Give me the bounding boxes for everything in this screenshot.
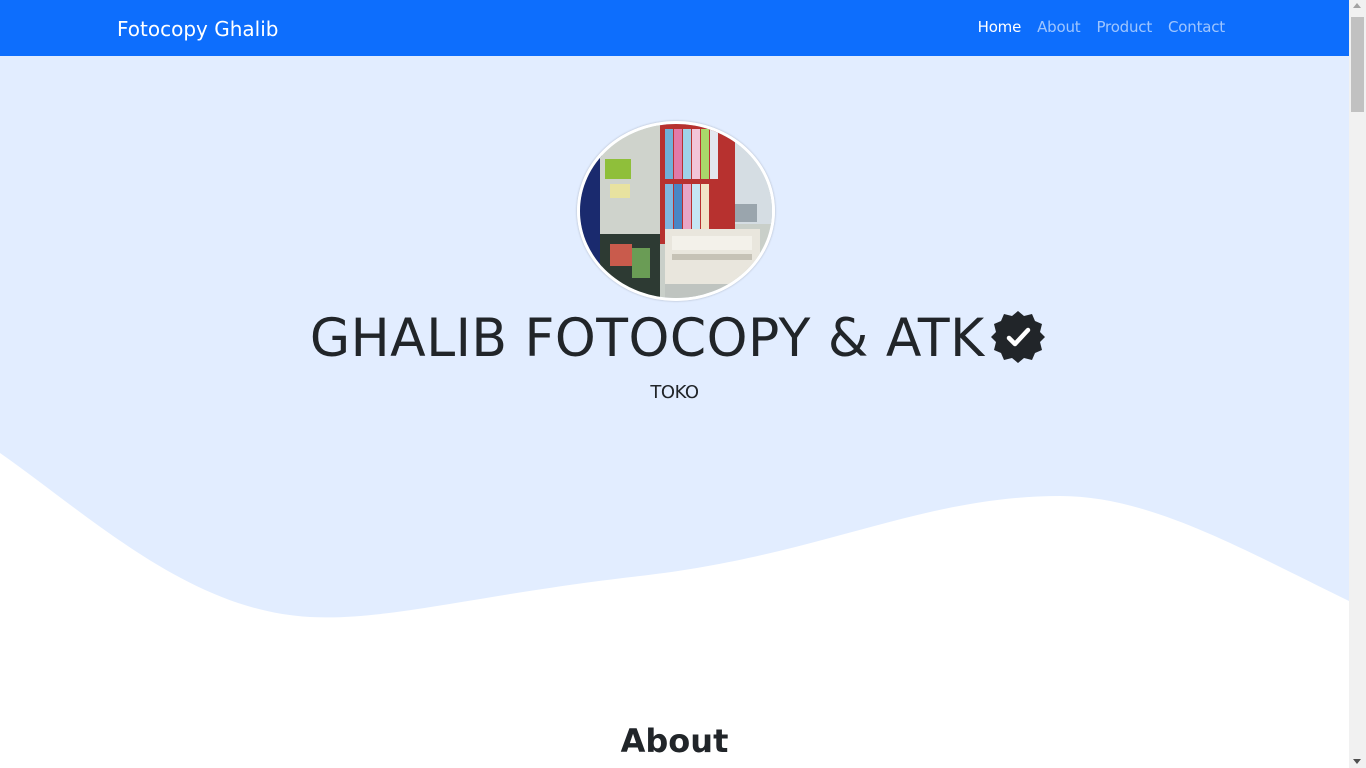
shop-subtitle: TOKO [650, 382, 699, 403]
nav-link-product[interactable]: Product [1096, 18, 1152, 36]
profile-image [577, 121, 775, 301]
about-heading: About [620, 722, 729, 760]
scroll-up-arrow-icon[interactable] [1353, 3, 1361, 8]
brand-link[interactable]: Fotocopy Ghalib [117, 17, 278, 41]
scrollbar[interactable] [1349, 0, 1366, 768]
scroll-down-arrow-icon[interactable] [1353, 759, 1361, 764]
navbar: Fotocopy Ghalib Home About Product Conta… [0, 0, 1349, 56]
shop-title: GHALIB FOTOCOPY & ATK [310, 307, 985, 369]
title-row: GHALIB FOTOCOPY & ATK [0, 306, 1349, 370]
scrollbar-thumb[interactable] [1351, 17, 1364, 112]
nav-links: Home About Product Contact [962, 18, 1226, 36]
hero-section: GHALIB FOTOCOPY & ATK TOKO [0, 56, 1349, 656]
nav-link-about[interactable]: About [1037, 18, 1081, 36]
verified-badge-icon [990, 309, 1046, 370]
nav-link-contact[interactable]: Contact [1168, 18, 1225, 36]
nav-link-home[interactable]: Home [978, 18, 1022, 36]
